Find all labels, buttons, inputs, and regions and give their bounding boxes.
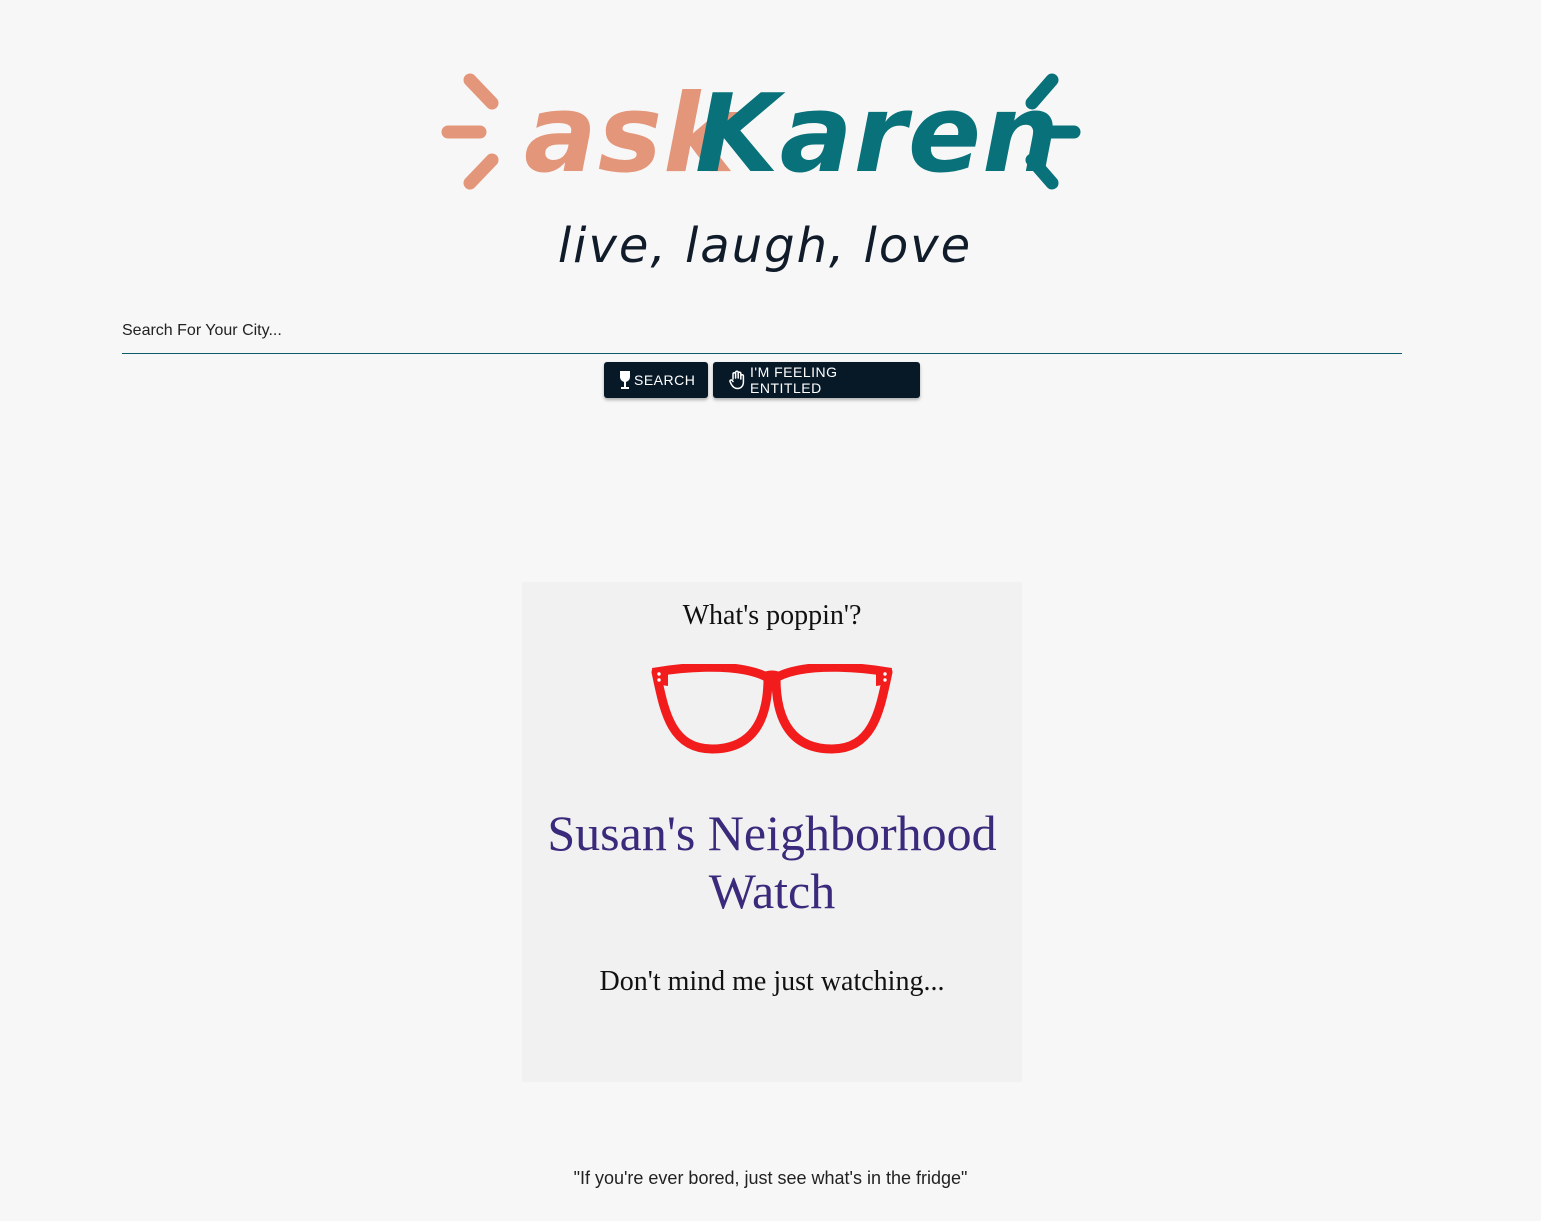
logo-karen-text: Karen <box>695 72 1060 197</box>
footer-quote: "If you're ever bored, just see what's i… <box>573 1168 968 1188</box>
wine-glass-icon <box>619 370 631 390</box>
search-button-label: SEARCH <box>634 372 696 388</box>
button-row: SEARCH I'M FEELING ENTITLED <box>604 362 920 398</box>
card-question: What's poppin'? <box>682 600 862 631</box>
search-field[interactable] <box>122 310 1402 354</box>
search-input[interactable] <box>122 310 1402 352</box>
card-subtitle: Don't mind me just watching... <box>599 966 945 997</box>
feeling-entitled-button-label: I'M FEELING ENTITLED <box>750 364 838 396</box>
tagline: live, laugh, love <box>557 218 973 274</box>
feeling-entitled-button[interactable]: I'M FEELING ENTITLED <box>713 362 920 398</box>
info-card: What's poppin'? Susan's Neighborhood Wat… <box>522 582 1022 1082</box>
askkaren-logo: ask Karen <box>440 55 1090 200</box>
search-button[interactable]: SEARCH <box>604 362 708 398</box>
raised-hand-icon <box>729 370 747 390</box>
card-title: Susan's Neighborhood Watch <box>547 805 997 919</box>
page: ask Karen live, laugh, love SEARCH I'M <box>0 0 1541 1221</box>
glasses-icon <box>650 662 894 761</box>
